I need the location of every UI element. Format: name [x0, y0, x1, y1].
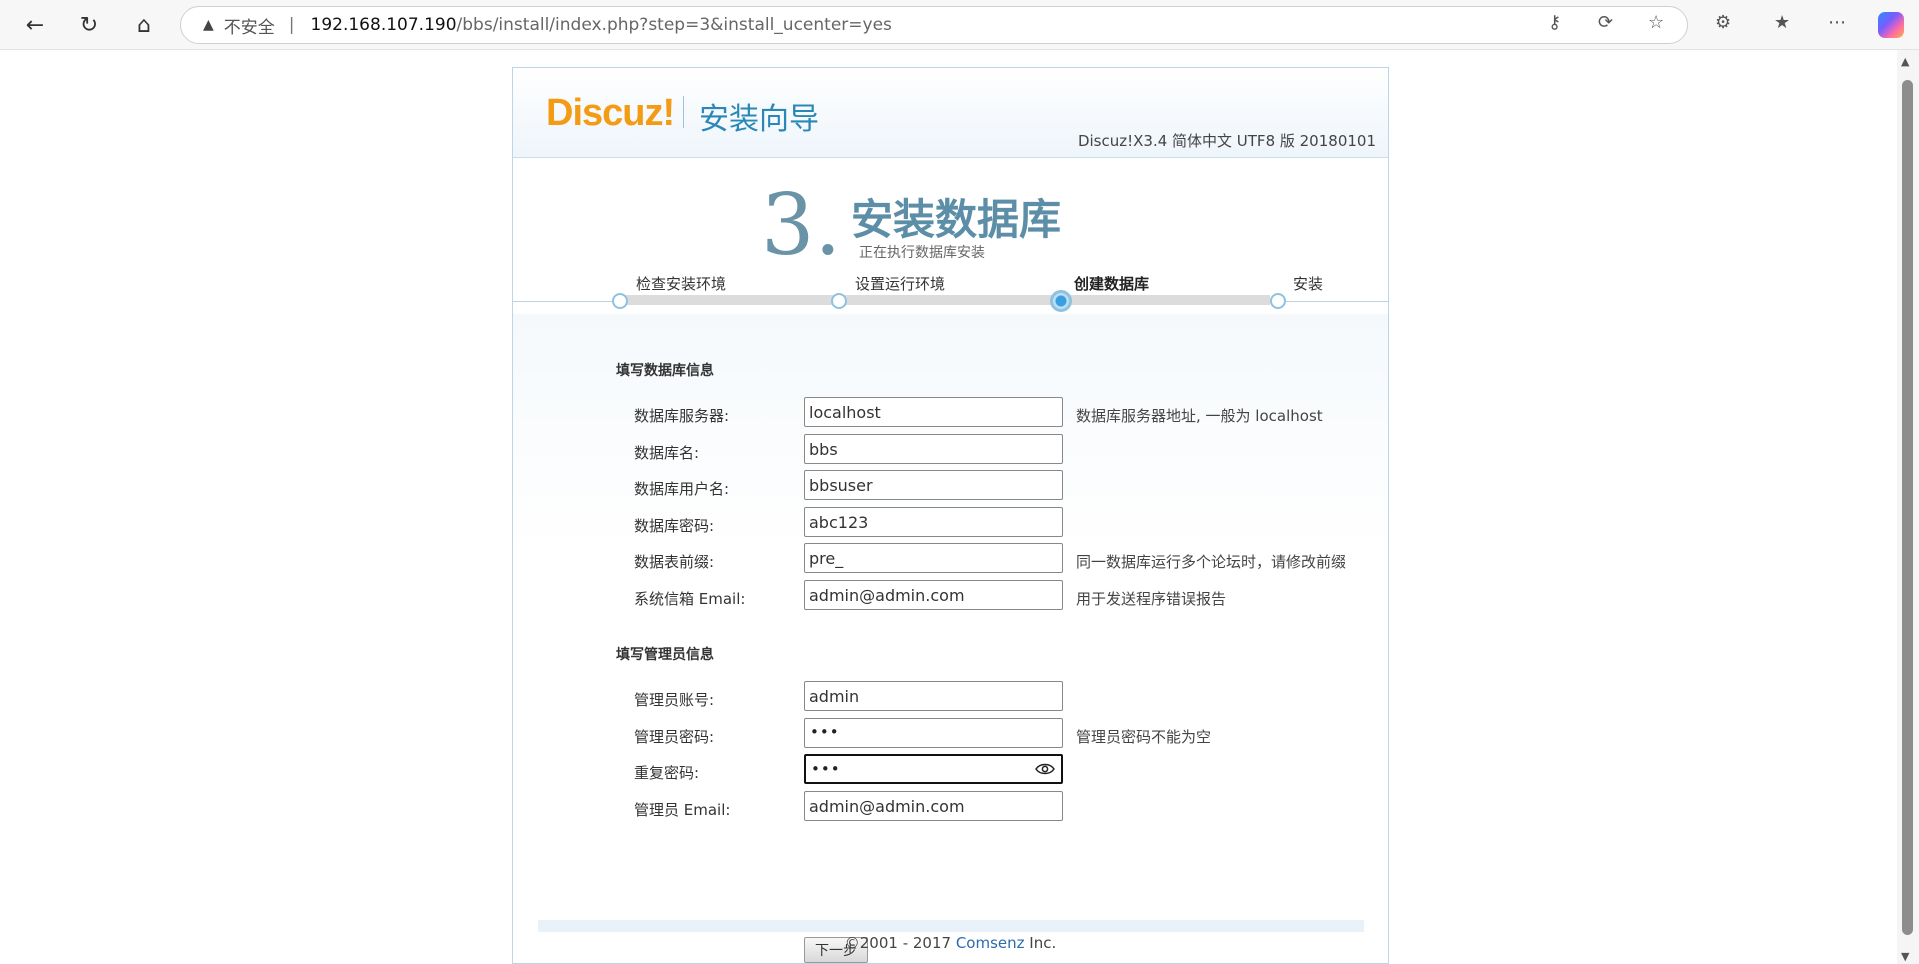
system-email-input[interactable] — [804, 580, 1063, 610]
logo-divider — [683, 96, 684, 128]
copyright-footer: ©2001 - 2017 Comsenz Inc. — [513, 934, 1388, 952]
install-form: 填写数据库信息 数据库服务器: 数据库服务器地址, 一般为 localhost … — [513, 314, 1388, 963]
step-number: 3. — [761, 176, 842, 274]
discuz-logo: Discuz! — [546, 92, 675, 134]
scrollbar-thumb[interactable] — [1902, 80, 1913, 935]
admin-email-label: 管理员 Email: — [634, 801, 731, 819]
copyright-prefix: ©2001 - 2017 — [844, 934, 956, 952]
url-path: /bbs/install/index.php?step=3&install_uc… — [456, 15, 892, 35]
step-heading: 3. 安装数据库 正在执行数据库安装 — [513, 158, 1388, 274]
scroll-down-icon[interactable]: ▼ — [1901, 950, 1909, 963]
address-bar[interactable]: ▲ 不安全 | 192.168.107.190/bbs/install/inde… — [180, 6, 1688, 44]
reload-icon[interactable]: ↻ — [72, 8, 106, 42]
favorites-list-icon[interactable]: ★ — [1774, 12, 1790, 33]
admin-account-input[interactable] — [804, 681, 1063, 711]
url-host: 192.168.107.190 — [310, 15, 457, 35]
comsenz-link[interactable]: Comsenz — [956, 934, 1025, 952]
admin-password-hint: 管理员密码不能为空 — [1076, 728, 1212, 746]
db-host-input[interactable] — [804, 397, 1063, 427]
scroll-up-icon[interactable]: ▲ — [1901, 55, 1909, 68]
progress-dot-2 — [831, 293, 847, 309]
progress-dot-3 — [1050, 290, 1072, 312]
table-prefix-hint: 同一数据库运行多个论坛时，请修改前缀 — [1076, 553, 1347, 571]
copyright-suffix: Inc. — [1024, 934, 1057, 952]
favorite-star-icon[interactable]: ☆ — [1648, 12, 1664, 33]
progress-step-label: 设置运行环境 — [855, 275, 946, 293]
db-host-label: 数据库服务器: — [634, 407, 730, 425]
admin-password-value: ••• — [810, 723, 840, 741]
admin-section-title: 填写管理员信息 — [616, 647, 714, 663]
step-subtitle: 正在执行数据库安装 — [859, 245, 985, 261]
db-password-label: 数据库密码: — [634, 517, 715, 535]
key-icon[interactable]: ⚷ — [1548, 12, 1561, 33]
progress-step-label-current: 创建数据库 — [1074, 275, 1150, 293]
admin-account-label: 管理员账号: — [634, 691, 715, 709]
copilot-icon[interactable] — [1878, 12, 1904, 38]
install-header: Discuz! 安装向导 Discuz!X3.4 简体中文 UTF8 版 201… — [513, 68, 1388, 158]
show-password-eye-icon[interactable] — [1035, 762, 1055, 776]
install-page: Discuz! 安装向导 Discuz!X3.4 简体中文 UTF8 版 201… — [512, 67, 1389, 964]
repeat-password-label: 重复密码: — [634, 764, 700, 782]
db-name-label: 数据库名: — [634, 444, 700, 462]
admin-email-input[interactable] — [804, 791, 1063, 821]
table-prefix-label: 数据表前缀: — [634, 553, 715, 571]
back-icon[interactable]: ← — [18, 8, 52, 42]
admin-password-input[interactable]: ••• — [804, 718, 1063, 748]
step-title: 安装数据库 — [851, 195, 1062, 244]
system-email-hint: 用于发送程序错误报告 — [1076, 590, 1227, 608]
db-section-title: 填写数据库信息 — [616, 363, 714, 379]
wizard-title: 安装向导 — [699, 102, 819, 137]
install-progress: 检查安装环境 设置运行环境 创建数据库 安装 — [513, 273, 1388, 313]
home-icon[interactable]: ⌂ — [127, 8, 161, 42]
address-separator: | — [288, 15, 295, 35]
db-host-hint: 数据库服务器地址, 一般为 localhost — [1076, 407, 1323, 425]
repeat-password-value: ••• — [811, 760, 841, 778]
browser-toolbar: ← ↻ ⌂ ▲ 不安全 | 192.168.107.190/bbs/instal… — [0, 0, 1919, 50]
progress-dot-1 — [612, 293, 628, 309]
repeat-password-input[interactable]: ••• — [804, 754, 1063, 784]
admin-password-label: 管理员密码: — [634, 728, 715, 746]
db-name-input[interactable] — [804, 434, 1063, 464]
table-prefix-input[interactable] — [804, 543, 1063, 573]
db-user-label: 数据库用户名: — [634, 480, 730, 498]
translate-icon[interactable]: ⟳ — [1598, 12, 1613, 33]
progress-step-label: 检查安装环境 — [636, 275, 727, 293]
version-info: Discuz!X3.4 简体中文 UTF8 版 20180101 — [1077, 132, 1376, 150]
footer-band — [538, 920, 1364, 932]
warning-icon: ▲ — [203, 17, 214, 33]
security-label: 不安全 — [223, 17, 275, 38]
more-menu-icon[interactable]: ⋯ — [1828, 12, 1846, 33]
progress-bar — [620, 295, 1270, 305]
system-email-label: 系统信箱 Email: — [634, 590, 746, 608]
db-user-input[interactable] — [804, 470, 1063, 500]
extensions-icon[interactable]: ⚙ — [1715, 12, 1731, 33]
progress-dot-4 — [1270, 293, 1286, 309]
progress-step-label: 安装 — [1293, 275, 1324, 293]
db-password-input[interactable] — [804, 507, 1063, 537]
